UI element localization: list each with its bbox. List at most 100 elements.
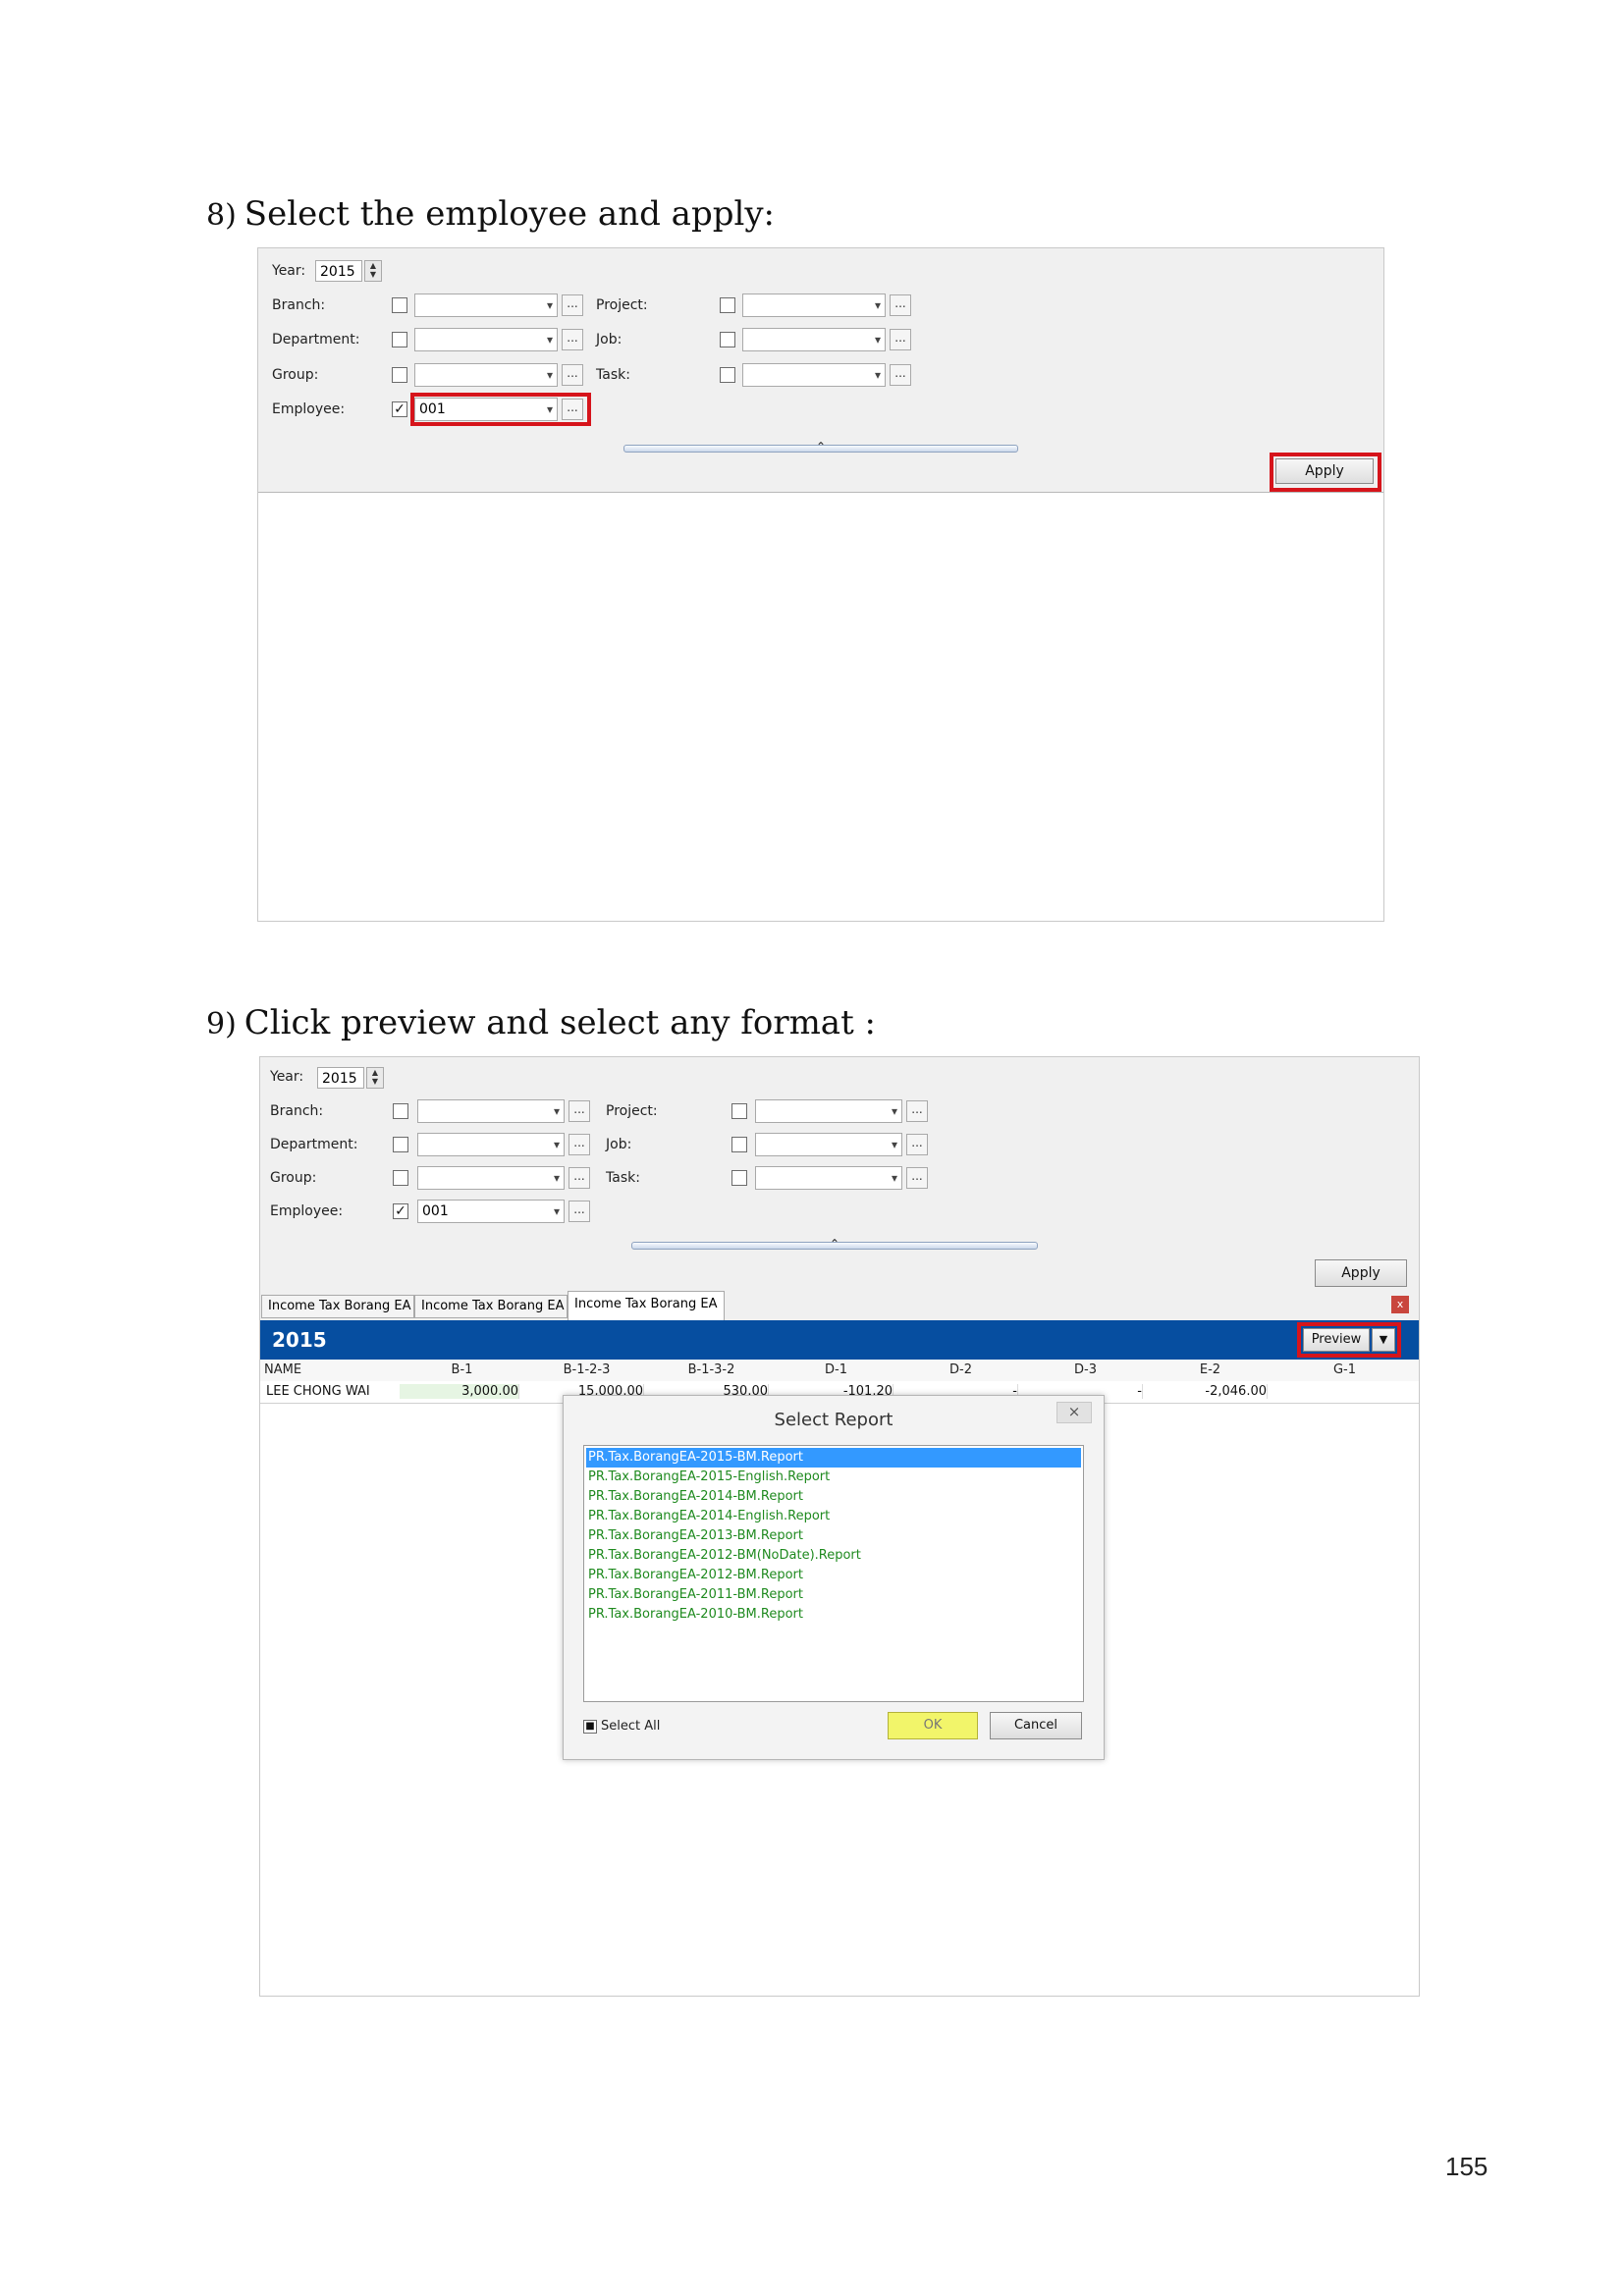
grid-header: NAME B-1 B-1-2-3 B-1-3-2 D-1 D-2 D-3 E-2 G-1 [260, 1360, 1419, 1382]
group-combo[interactable]: ▾ [414, 363, 558, 387]
preview-highlight [1297, 1322, 1401, 1358]
group-checkbox[interactable] [392, 367, 407, 383]
job-checkbox[interactable] [720, 332, 735, 347]
job-label: Job: [596, 332, 623, 347]
report-list-item[interactable]: PR.Tax.BorangEA-2015-English.Report [586, 1468, 1081, 1487]
report-list[interactable]: PR.Tax.BorangEA-2015-BM.Report PR.Tax.Bor… [583, 1445, 1084, 1702]
branch-browse-button[interactable]: ... [568, 1100, 590, 1122]
project-combo[interactable]: ▾ [742, 294, 886, 317]
report-list-item[interactable]: PR.Tax.BorangEA-2014-English.Report [586, 1507, 1081, 1526]
branch-checkbox[interactable] [393, 1103, 408, 1119]
job-browse-button[interactable]: ... [890, 329, 911, 350]
branch-browse-button[interactable]: ... [562, 294, 583, 316]
task-checkbox[interactable] [731, 1170, 747, 1186]
employee-value: 001 [422, 1203, 449, 1219]
column-header[interactable]: D-1 [774, 1362, 898, 1377]
employee-checkbox[interactable]: ✓ [392, 401, 407, 417]
close-tab-icon[interactable]: x [1391, 1296, 1409, 1313]
cancel-button[interactable]: Cancel [990, 1712, 1082, 1739]
project-browse-button[interactable]: ... [890, 294, 911, 316]
project-checkbox[interactable] [731, 1103, 747, 1119]
report-list-item[interactable]: PR.Tax.BorangEA-2011-BM.Report [586, 1585, 1081, 1605]
job-browse-button[interactable]: ... [906, 1134, 928, 1155]
report-list-item[interactable]: PR.Tax.BorangEA-2012-BM(NoDate).Report [586, 1546, 1081, 1566]
year-bar-title: 2015 [272, 1328, 327, 1352]
task-checkbox[interactable] [720, 367, 735, 383]
column-header[interactable]: D-2 [898, 1362, 1023, 1377]
year-input[interactable]: 2015 [317, 1067, 364, 1089]
year-label: Year: [272, 263, 306, 279]
table-cell[interactable]: LEE CHONG WAI [260, 1384, 401, 1399]
dialog-close-icon[interactable]: × [1056, 1402, 1092, 1423]
employee-highlight [410, 393, 591, 426]
department-checkbox[interactable] [393, 1137, 408, 1152]
report-list-item[interactable]: PR.Tax.BorangEA-2013-BM.Report [586, 1526, 1081, 1546]
tab-2[interactable]: Income Tax Borang EA [414, 1295, 568, 1318]
step-text: Click preview and select any format : [244, 1003, 877, 1042]
group-checkbox[interactable] [393, 1170, 408, 1186]
year-spinner[interactable]: ▲ ▼ [364, 260, 382, 282]
collapse-splitter[interactable]: ⌃ [623, 440, 1018, 454]
project-browse-button[interactable]: ... [906, 1100, 928, 1122]
job-checkbox[interactable] [731, 1137, 747, 1152]
branch-label: Branch: [272, 297, 326, 313]
select-report-dialog: Select Report × PR.Tax.BorangEA-2015-BM.… [563, 1395, 1105, 1760]
report-list-item[interactable]: PR.Tax.BorangEA-2014-BM.Report [586, 1487, 1081, 1507]
column-header[interactable]: NAME [260, 1362, 404, 1377]
task-label: Task: [606, 1170, 640, 1186]
department-label: Department: [270, 1137, 358, 1152]
department-checkbox[interactable] [392, 332, 407, 347]
apply-highlight [1270, 453, 1381, 492]
branch-combo[interactable]: ▾ [417, 1099, 565, 1123]
department-browse-button[interactable]: ... [568, 1134, 590, 1155]
page-number: 155 [1445, 2152, 1489, 2181]
dialog-title: Select Report [774, 1410, 893, 1430]
collapse-splitter[interactable]: ⌃ [631, 1237, 1038, 1251]
select-all-checkbox[interactable]: ■ [583, 1720, 597, 1734]
table-cell[interactable]: 3,000.00 [400, 1384, 519, 1399]
group-combo[interactable]: ▾ [417, 1166, 565, 1190]
department-browse-button[interactable]: ... [562, 329, 583, 350]
employee-browse-button[interactable]: ... [568, 1201, 590, 1222]
branch-checkbox[interactable] [392, 297, 407, 313]
project-combo[interactable]: ▾ [755, 1099, 902, 1123]
group-browse-button[interactable]: ... [568, 1167, 590, 1189]
tab-1[interactable]: Income Tax Borang EA [261, 1295, 414, 1318]
report-list-item[interactable]: PR.Tax.BorangEA-2012-BM.Report [586, 1566, 1081, 1585]
column-header[interactable]: B-1-2-3 [524, 1362, 649, 1377]
branch-combo[interactable]: ▾ [414, 294, 558, 317]
apply-button[interactable]: Apply [1315, 1259, 1407, 1287]
job-combo[interactable]: ▾ [742, 328, 886, 351]
screenshot-step-8: Year: 2015 ▲ ▼ Branch: Department: Group:… [257, 247, 1384, 922]
column-header[interactable]: G-1 [1272, 1362, 1417, 1377]
table-cell[interactable]: -2,046.00 [1148, 1384, 1268, 1399]
branch-label: Branch: [270, 1103, 324, 1119]
task-browse-button[interactable]: ... [890, 364, 911, 386]
column-header[interactable]: D-3 [1023, 1362, 1148, 1377]
task-browse-button[interactable]: ... [906, 1167, 928, 1189]
group-browse-button[interactable]: ... [562, 364, 583, 386]
department-combo[interactable]: ▾ [417, 1133, 565, 1156]
year-input[interactable]: 2015 [315, 260, 362, 282]
step-number: 9) [206, 1007, 237, 1041]
year-spinner[interactable]: ▲ ▼ [366, 1067, 384, 1089]
column-header[interactable]: B-1 [400, 1362, 524, 1377]
job-combo[interactable]: ▾ [755, 1133, 902, 1156]
chevron-up-icon: ⌃ [829, 1237, 840, 1251]
department-combo[interactable]: ▾ [414, 328, 558, 351]
column-header[interactable]: E-2 [1148, 1362, 1272, 1377]
report-list-item[interactable]: PR.Tax.BorangEA-2010-BM.Report [586, 1605, 1081, 1625]
employee-checkbox[interactable]: ✓ [393, 1203, 408, 1219]
task-combo[interactable]: ▾ [755, 1166, 902, 1190]
select-all-label: Select All [601, 1719, 661, 1734]
project-label: Project: [596, 297, 648, 313]
ok-button[interactable]: OK [888, 1712, 978, 1739]
report-list-item[interactable]: PR.Tax.BorangEA-2015-BM.Report [586, 1448, 1081, 1468]
employee-label: Employee: [272, 401, 346, 417]
employee-combo[interactable]: 001 ▾ [417, 1200, 565, 1223]
tab-3-active[interactable]: Income Tax Borang EA [568, 1291, 725, 1320]
column-header[interactable]: B-1-3-2 [649, 1362, 774, 1377]
project-label: Project: [606, 1103, 658, 1119]
task-combo[interactable]: ▾ [742, 363, 886, 387]
project-checkbox[interactable] [720, 297, 735, 313]
